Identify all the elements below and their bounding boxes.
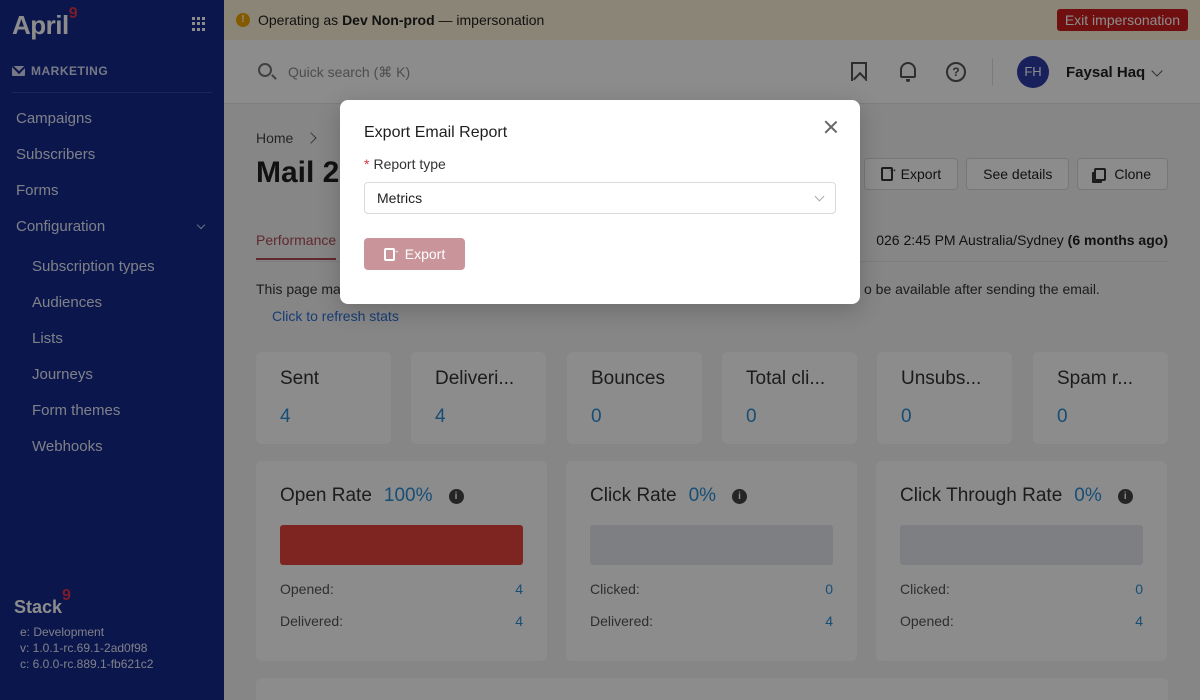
close-icon[interactable] [824, 120, 838, 134]
export-icon [383, 245, 400, 261]
chevron-down-icon [814, 191, 825, 201]
modal-export-label: Export [404, 246, 446, 262]
field-label-text: Report type [373, 156, 446, 172]
modal-title: Export Email Report [364, 124, 508, 141]
export-report-modal: Export Email Report * Report type Metrics… [340, 100, 860, 304]
required-mark: * [364, 156, 370, 172]
report-type-label: * Report type [364, 156, 836, 172]
report-type-select[interactable]: Metrics [364, 182, 836, 214]
select-value: Metrics [377, 190, 423, 206]
modal-export-button[interactable]: Export [364, 238, 465, 270]
